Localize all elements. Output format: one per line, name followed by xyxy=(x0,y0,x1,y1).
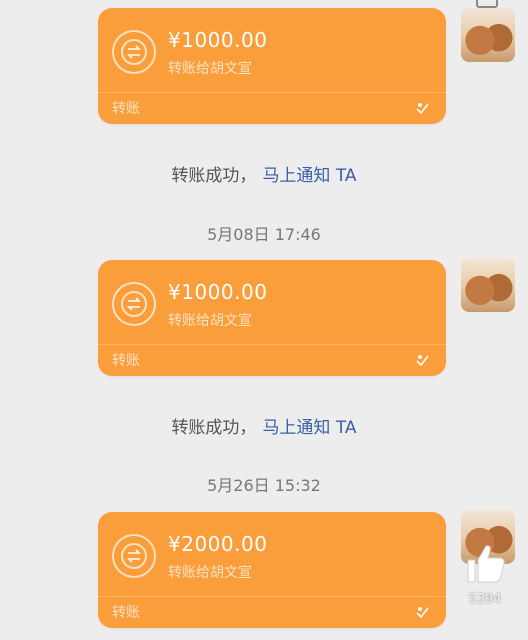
like-count: 5394 xyxy=(468,592,502,607)
transfer-amount: ¥1000.00 xyxy=(168,28,268,52)
notify-link[interactable]: 马上通知 TA xyxy=(262,166,356,186)
transfer-label: 转账 xyxy=(112,353,140,369)
transfer-amount: ¥1000.00 xyxy=(168,280,268,304)
transfer-label: 转账 xyxy=(112,605,140,621)
transfer-icon xyxy=(112,30,156,74)
transfer-card[interactable]: ¥2000.00 转账给胡文宣 转账 xyxy=(98,512,446,628)
transfer-status: 转账成功， 马上通知 TA xyxy=(0,413,528,438)
transfer-status: 转账成功， 马上通知 TA xyxy=(0,161,528,186)
wechat-pay-icon xyxy=(416,103,429,115)
transfer-card[interactable]: ¥1000.00 转账给胡文宣 转账 xyxy=(98,260,446,376)
status-text: 转账成功， xyxy=(171,418,257,438)
transfer-description: 转账给胡文宣 xyxy=(168,61,252,77)
card-divider xyxy=(98,344,446,345)
transfer-label: 转账 xyxy=(112,101,140,117)
avatar[interactable] xyxy=(461,8,515,62)
transfer-description: 转账给胡文宣 xyxy=(168,565,252,581)
timestamp: 5月26日 15:32 xyxy=(207,476,321,495)
notify-link[interactable]: 马上通知 TA xyxy=(262,418,356,438)
transfer-icon xyxy=(112,534,156,578)
transfer-amount: ¥2000.00 xyxy=(168,532,268,556)
thumbs-up-icon[interactable] xyxy=(462,540,508,586)
avatar[interactable] xyxy=(461,258,515,312)
more-icon[interactable] xyxy=(476,0,498,8)
transfer-description: 转账给胡文宣 xyxy=(168,313,252,329)
card-divider xyxy=(98,92,446,93)
timestamp: 5月08日 17:46 xyxy=(207,225,321,244)
status-text: 转账成功， xyxy=(171,166,257,186)
wechat-pay-icon xyxy=(416,607,429,619)
transfer-card[interactable]: ¥1000.00 转账给胡文宣 转账 xyxy=(98,8,446,124)
wechat-pay-icon xyxy=(416,355,429,367)
transfer-icon xyxy=(112,282,156,326)
card-divider xyxy=(98,596,446,597)
